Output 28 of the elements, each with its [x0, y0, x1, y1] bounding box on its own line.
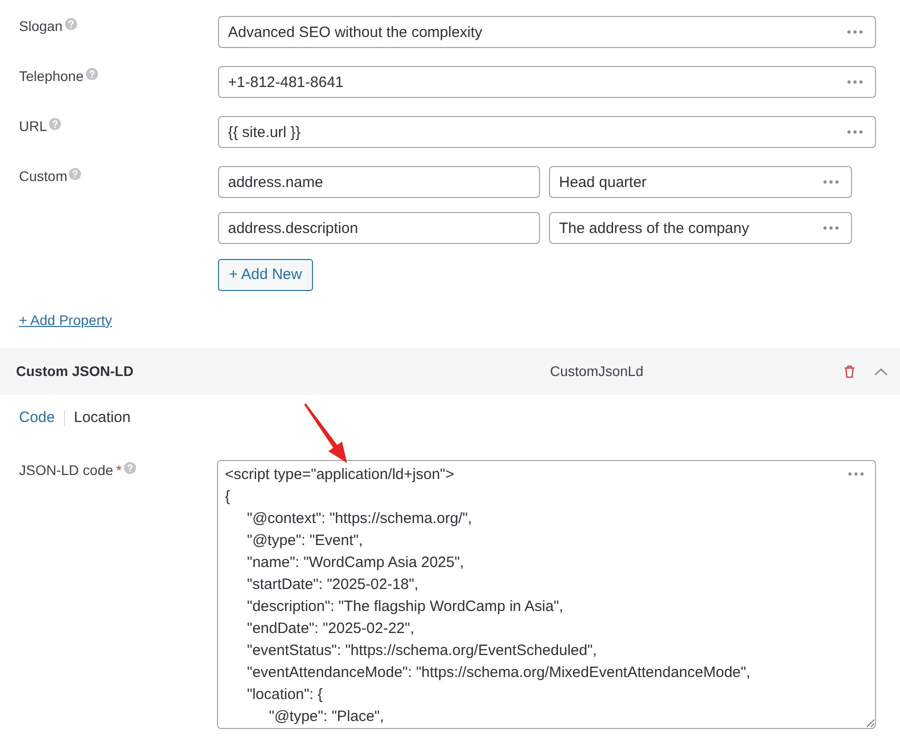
- text-field[interactable]: Head quarter: [549, 166, 852, 198]
- section-type: CustomJsonLd: [550, 362, 644, 381]
- tab[interactable]: Location: [74, 408, 131, 428]
- field-label: URL: [19, 117, 48, 136]
- trash-icon[interactable]: [844, 365, 855, 378]
- text-field[interactable]: +1-812-481-8641: [218, 66, 876, 98]
- text-field[interactable]: Advanced SEO without the complexity: [218, 16, 876, 48]
- text-field[interactable]: address.description: [218, 212, 540, 244]
- ellipsis-icon[interactable]: [823, 226, 839, 230]
- text-field[interactable]: {{ site.url }}: [218, 116, 876, 148]
- ellipsis-icon[interactable]: [823, 180, 839, 184]
- field-label: JSON-LD code: [19, 461, 114, 480]
- text-field[interactable]: The address of the company: [549, 212, 852, 244]
- field-label: Custom: [19, 167, 68, 186]
- field-label: Slogan: [19, 17, 63, 36]
- tab[interactable]: Code: [19, 408, 55, 428]
- section-title: Custom JSON-LD: [16, 362, 134, 381]
- required-mark: *: [116, 461, 122, 480]
- ellipsis-icon[interactable]: [848, 472, 864, 476]
- field-label: Telephone: [19, 67, 84, 86]
- code-textarea[interactable]: <script type="application/ld+json"> { "@context": "https://schema.org/", "@type": "Event", "name": "WordCamp Asia 2025", "startDate": "2025-02-18", "description": "The flagship WordCamp in Asia", "endDate": "2025-02-22", "eventStatus": "https://schema.org/EventScheduled", "eventAttendanceMode": "https://schema.org/MixedEventAttendanceMode", "location": { "@type": "Place",: [217, 460, 876, 729]
- text-field[interactable]: address.name: [218, 166, 540, 198]
- ellipsis-icon[interactable]: [847, 130, 863, 134]
- ellipsis-icon[interactable]: [847, 80, 863, 84]
- chevron-up-icon[interactable]: [874, 368, 888, 376]
- ellipsis-icon[interactable]: [847, 30, 863, 34]
- add-property-link[interactable]: + Add Property: [19, 312, 112, 328]
- add-new-button[interactable]: + Add New: [218, 259, 313, 291]
